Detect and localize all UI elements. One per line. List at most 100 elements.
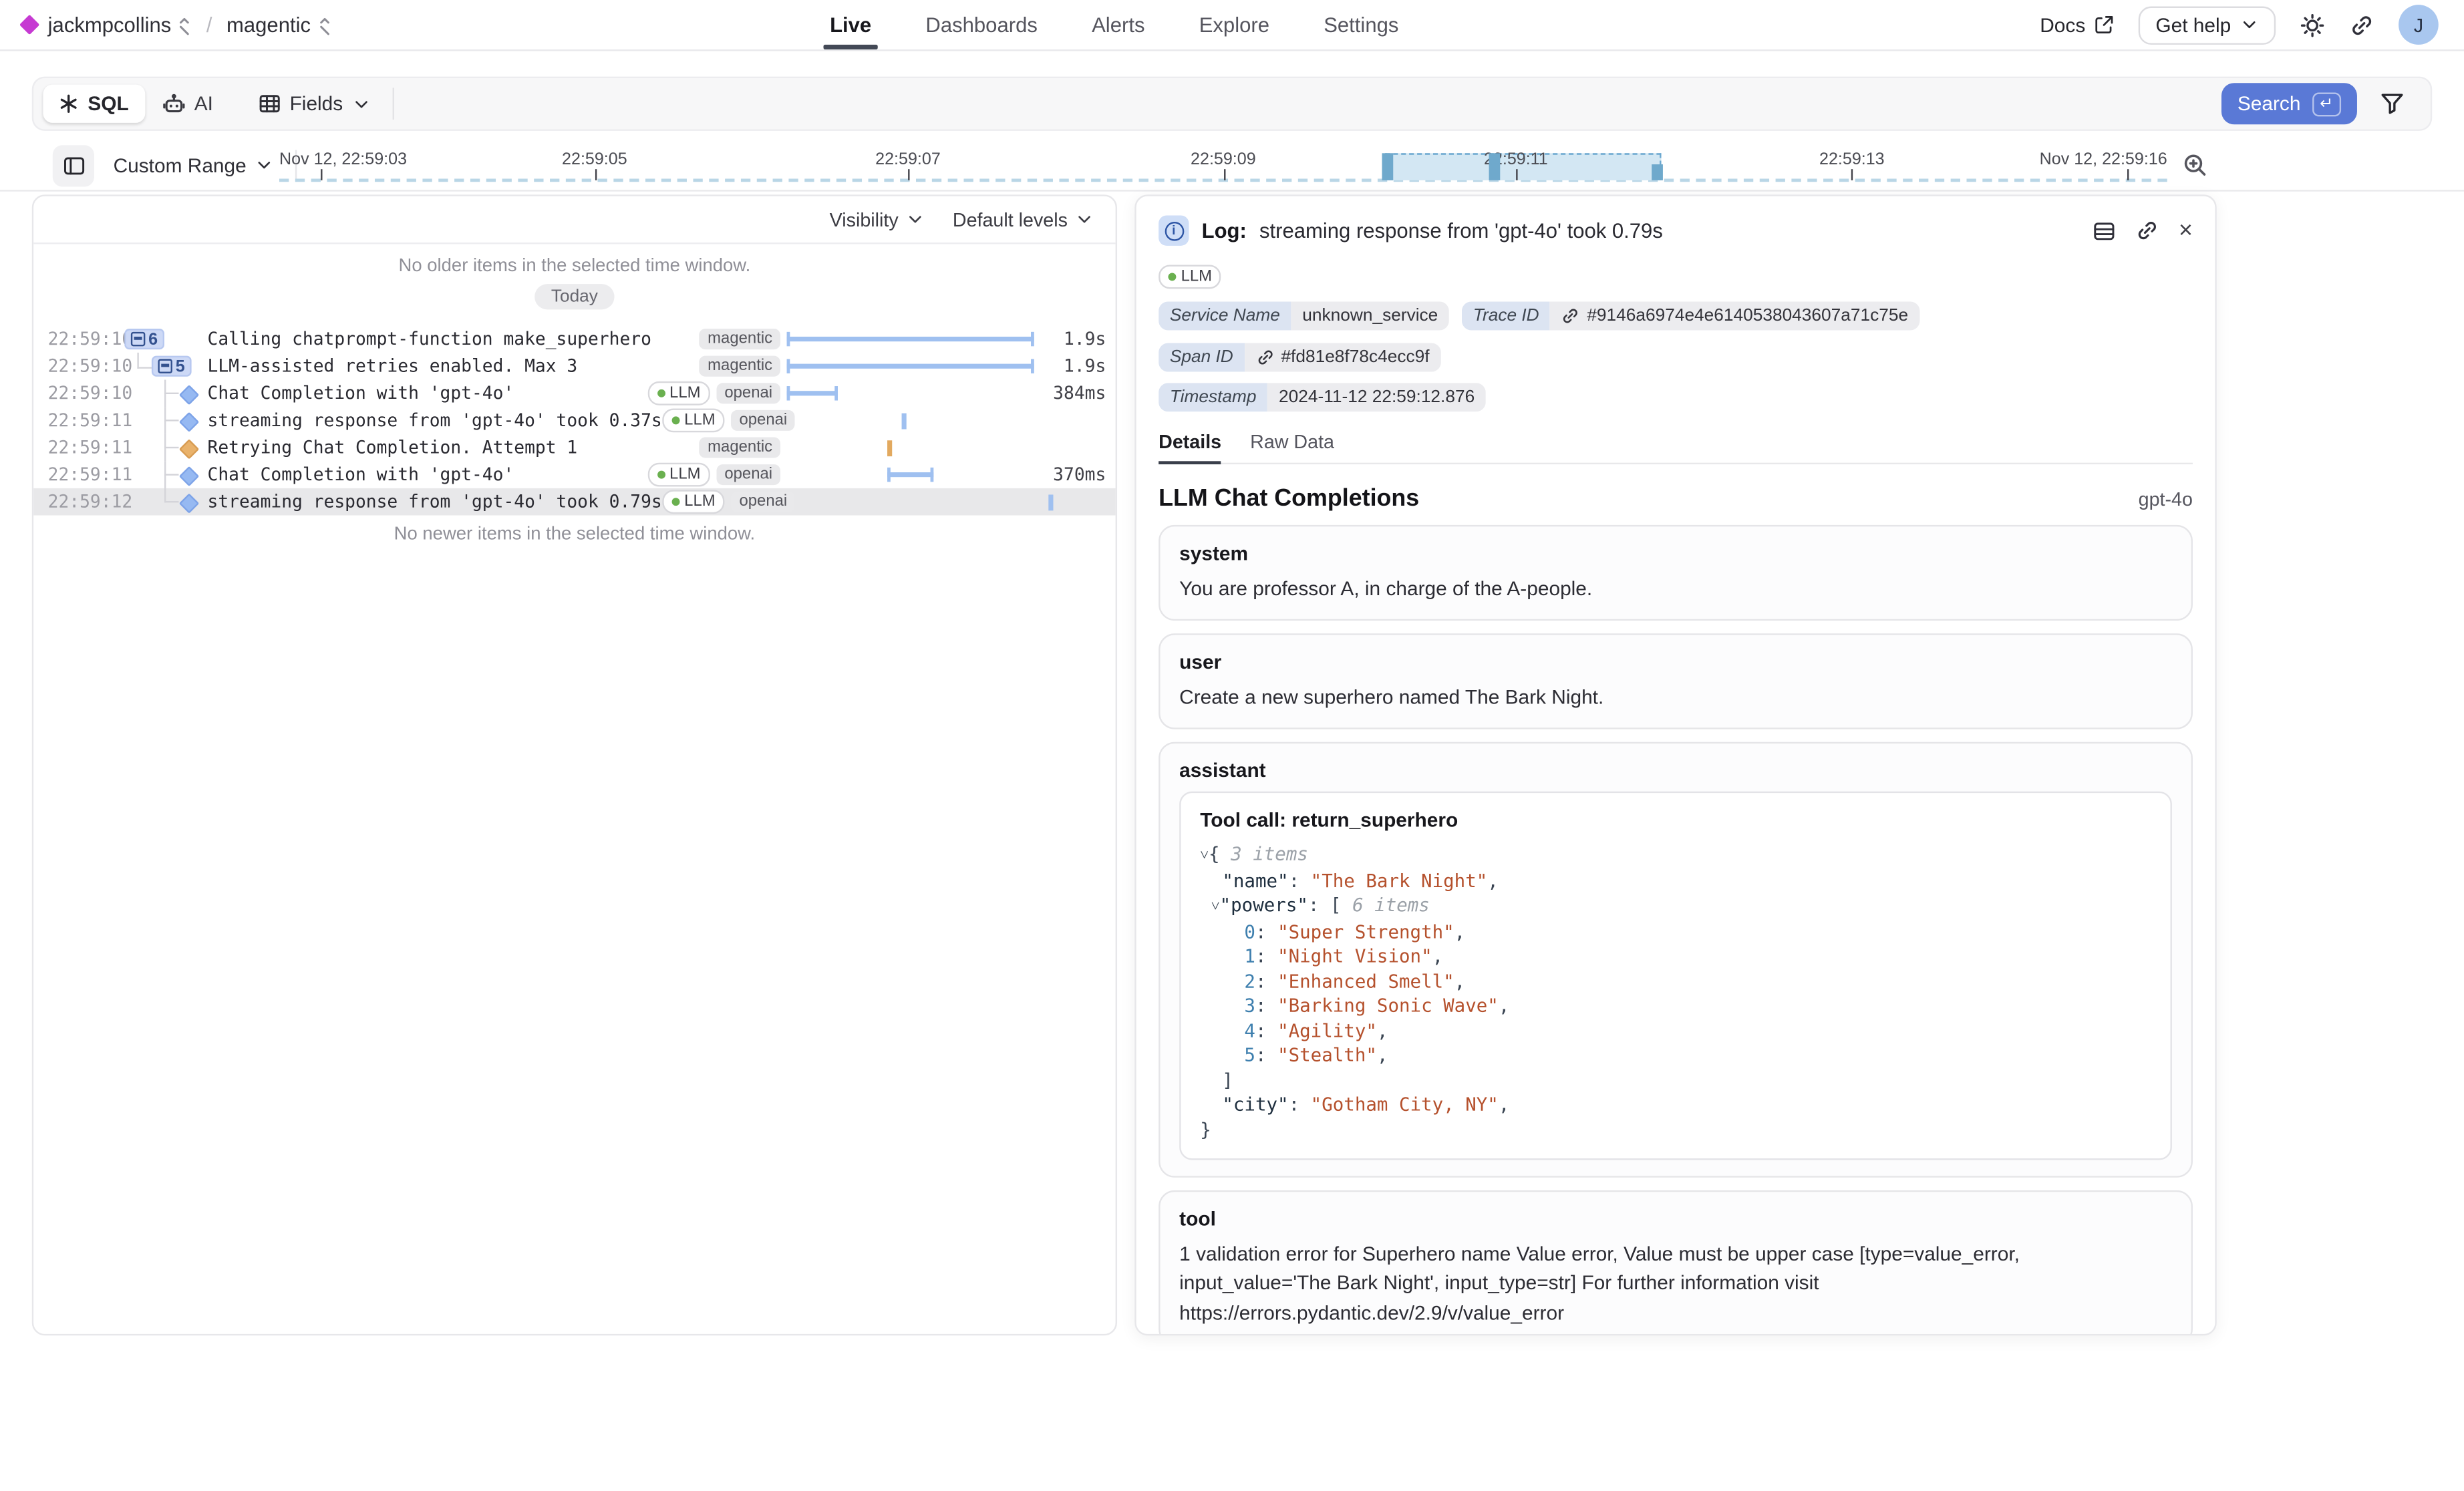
role-label: tool — [1179, 1208, 2172, 1230]
theme-toggle-sun-icon[interactable] — [2300, 12, 2325, 37]
tab-details[interactable]: Details — [1159, 431, 1221, 463]
green-dot-icon — [671, 498, 679, 506]
user-avatar[interactable]: J — [2399, 5, 2439, 45]
table-view-icon[interactable] — [2093, 219, 2117, 241]
get-help-button[interactable]: Get help — [2138, 5, 2276, 43]
navbar-right: Docs Get help J — [2040, 5, 2464, 45]
project-selector[interactable]: magentic — [226, 13, 331, 37]
span-bar — [787, 337, 1035, 341]
app-window: jackmpcollins / magentic Live Dashboards… — [0, 0, 2464, 1490]
timeline-tick-label: 22:59:05 — [562, 150, 627, 170]
breadcrumb-separator: / — [206, 13, 212, 37]
message-card-assistant-1: assistant Tool call: return_superhero ˅{… — [1159, 742, 2193, 1178]
log-rows: 22:59:10 6 Calling chatprompt-function m… — [33, 325, 1115, 515]
log-row-selected[interactable]: 22:59:12 streaming response from 'gpt-4o… — [33, 488, 1115, 516]
tree-cell: 5 — [122, 353, 201, 380]
green-dot-icon — [657, 471, 665, 479]
log-message: LLM-assisted retries enabled. Max 3 — [208, 356, 578, 377]
close-icon[interactable]: × — [2179, 218, 2193, 242]
role-label: user — [1179, 651, 2172, 673]
tool-call-json[interactable]: ˅{ 3 items "name": "The Bark Night", ˅"p… — [1200, 843, 2151, 1143]
histogram-bar — [1652, 164, 1663, 180]
span-diamond-icon — [179, 466, 199, 486]
span-diamond-icon — [179, 385, 199, 405]
sql-mode-button[interactable]: SQL — [43, 85, 144, 123]
org-name: jackmpcollins — [48, 13, 172, 37]
log-row[interactable]: 22:59:11 Chat Completion with 'gpt-4o' L… — [33, 461, 1115, 488]
role-label: system — [1179, 542, 2172, 564]
timeline-tick-label: Nov 12, 22:59:16 — [2040, 150, 2167, 170]
panel-resize-handle[interactable] — [1134, 752, 1136, 812]
nav-explore[interactable]: Explore — [1199, 0, 1269, 49]
log-message: Calling chatprompt-function make_superhe… — [208, 329, 651, 349]
timeline-tick-label: 22:59:13 — [1819, 150, 1885, 170]
log-detail-panel: i Log: streaming response from 'gpt-4o' … — [1134, 194, 2216, 1335]
log-tags: LLMopenai — [647, 463, 780, 487]
nav-alerts[interactable]: Alerts — [1092, 0, 1144, 49]
query-toolbar: SQL AI Fields Search ↵ — [32, 77, 2432, 131]
robot-icon — [161, 92, 186, 116]
chevron-down-icon — [353, 95, 370, 112]
collapse-minus-icon — [131, 332, 145, 346]
tree-cell — [122, 379, 201, 407]
default-levels-dropdown[interactable]: Default levels — [953, 208, 1093, 230]
ai-mode-button[interactable]: AI — [145, 85, 229, 123]
visibility-dropdown[interactable]: Visibility — [830, 208, 924, 230]
copy-link-icon[interactable] — [2136, 218, 2160, 242]
log-time: 22:59:10 — [33, 383, 121, 403]
nav-live[interactable]: Live — [830, 0, 871, 49]
tab-raw-data[interactable]: Raw Data — [1250, 431, 1334, 463]
log-message: streaming response from 'gpt-4o' took 0.… — [208, 410, 662, 431]
tag-llm: LLM — [647, 381, 710, 405]
tag-openai: openai — [732, 492, 796, 512]
default-levels-label: Default levels — [953, 208, 1068, 230]
duration: 1.9s — [1042, 329, 1116, 349]
span-bar-cell — [802, 407, 1057, 434]
role-label: assistant — [1179, 760, 2172, 782]
custom-range-dropdown[interactable]: Custom Range — [114, 154, 274, 176]
green-dot-icon — [657, 389, 665, 397]
nav-dashboards[interactable]: Dashboards — [925, 0, 1037, 49]
collapse-badge[interactable]: 6 — [124, 329, 164, 349]
span-id-pill[interactable]: Span ID#fd81e8f78c4ecc9f — [1159, 343, 1440, 372]
updown-icon — [178, 14, 192, 35]
log-row[interactable]: 22:59:10 Chat Completion with 'gpt-4o' L… — [33, 379, 1115, 407]
tree-stub — [164, 420, 178, 421]
histogram-bar — [1382, 153, 1393, 180]
tree-stub — [164, 474, 178, 475]
log-row[interactable]: 22:59:10 5 LLM-assisted retries enabled.… — [33, 353, 1115, 380]
search-button[interactable]: Search ↵ — [2221, 83, 2357, 124]
log-message: Chat Completion with 'gpt-4o' — [208, 383, 514, 403]
table-grid-icon — [258, 93, 280, 115]
log-row[interactable]: 22:59:11 Retrying Chat Completion. Attem… — [33, 434, 1115, 462]
docs-label: Docs — [2040, 13, 2085, 35]
message-card-user: user Create a new superhero named The Ba… — [1159, 634, 2193, 730]
log-row[interactable]: 22:59:11 streaming response from 'gpt-4o… — [33, 407, 1115, 434]
sidebar-toggle-icon[interactable] — [53, 144, 94, 186]
timeline-tick-label: 22:59:07 — [875, 150, 941, 170]
timeline-tick-mark — [1516, 169, 1517, 180]
docs-link[interactable]: Docs — [2040, 13, 2114, 35]
updown-icon — [317, 14, 331, 35]
timeline-histogram[interactable]: Nov 12, 22:59:0322:59:0522:59:0722:59:09… — [279, 140, 2167, 190]
zoom-in-icon[interactable] — [2181, 152, 2209, 179]
no-newer-items-note: No newer items in the selected time wind… — [33, 525, 1115, 544]
trace-id-pill[interactable]: Trace ID#9146a6974e4e6140538043607a71c75… — [1462, 301, 1919, 330]
span-bar — [903, 413, 907, 430]
tree-cell: 6 — [122, 325, 201, 353]
time-range-bar: Custom Range Nov 12, 22:59:0322:59:0522:… — [0, 140, 2464, 191]
filter-funnel-icon[interactable] — [2379, 91, 2405, 116]
tag-llm: LLM — [662, 490, 725, 514]
org-selector[interactable]: jackmpcollins — [48, 13, 192, 37]
query-input[interactable] — [400, 78, 2221, 129]
warning-diamond-icon — [179, 439, 199, 459]
ai-label: AI — [194, 93, 213, 115]
collapse-badge[interactable]: 5 — [152, 356, 191, 377]
share-link-icon[interactable] — [2349, 12, 2374, 37]
fields-button[interactable]: Fields — [242, 85, 386, 123]
timeline-tick-mark — [321, 169, 322, 180]
tag-openai: openai — [716, 383, 780, 403]
nav-settings[interactable]: Settings — [1324, 0, 1398, 49]
log-row[interactable]: 22:59:10 6 Calling chatprompt-function m… — [33, 325, 1115, 353]
timeline-tick-mark — [908, 169, 909, 180]
